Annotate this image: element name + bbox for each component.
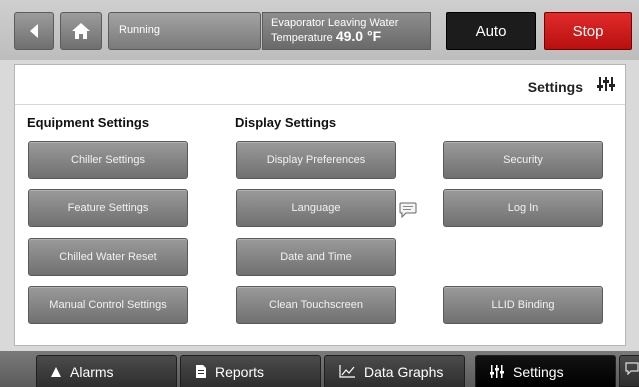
date-and-time-button[interactable]: Date and Time bbox=[236, 238, 396, 276]
chilled-water-reset-button[interactable]: Chilled Water Reset bbox=[28, 238, 188, 276]
tab-alarms[interactable]: Alarms bbox=[36, 355, 177, 387]
stop-button[interactable]: Stop bbox=[544, 12, 632, 50]
status-text: Running bbox=[119, 24, 160, 36]
tab-settings-label: Settings bbox=[513, 363, 564, 380]
display-preferences-button[interactable]: Display Preferences bbox=[236, 141, 396, 179]
settings-sliders-icon bbox=[597, 76, 615, 97]
tab-reports[interactable]: Reports bbox=[180, 355, 321, 387]
home-button[interactable] bbox=[60, 12, 102, 50]
llid-binding-button[interactable]: LLID Binding bbox=[443, 286, 603, 324]
auto-button[interactable]: Auto bbox=[446, 12, 536, 50]
speech-bubble-icon[interactable] bbox=[399, 202, 417, 223]
settings-sliders-icon bbox=[490, 365, 504, 378]
language-button[interactable]: Language bbox=[236, 189, 396, 227]
equipment-settings-heading: Equipment Settings bbox=[27, 115, 150, 130]
tab-data-graphs[interactable]: Data Graphs bbox=[324, 355, 465, 387]
report-icon bbox=[195, 365, 206, 378]
panel-title-bar: Settings bbox=[15, 65, 625, 105]
tab-reports-label: Reports bbox=[215, 363, 265, 380]
tab-data-graphs-label: Data Graphs bbox=[364, 363, 444, 380]
log-in-button[interactable]: Log In bbox=[443, 189, 603, 227]
chat-bubble-icon bbox=[625, 362, 639, 380]
top-header: Running Evaporator Leaving Water Tempera… bbox=[0, 0, 639, 60]
operating-status: Running bbox=[108, 12, 261, 50]
bell-icon bbox=[51, 366, 61, 377]
feature-settings-button[interactable]: Feature Settings bbox=[28, 189, 188, 227]
chiller-settings-button[interactable]: Chiller Settings bbox=[28, 141, 188, 179]
manual-control-settings-button[interactable]: Manual Control Settings bbox=[28, 286, 188, 324]
bottom-tab-bar: Alarms Reports Data Graphs Settings bbox=[0, 351, 639, 387]
display-settings-heading: Display Settings bbox=[235, 115, 337, 130]
tab-alarms-label: Alarms bbox=[70, 363, 114, 380]
evap-label-2: Temperature bbox=[271, 32, 333, 44]
back-arrow-icon bbox=[28, 23, 40, 39]
clean-touchscreen-button[interactable]: Clean Touchscreen bbox=[236, 286, 396, 324]
back-button[interactable] bbox=[14, 12, 54, 50]
evap-value: 49.0 °F bbox=[335, 28, 382, 44]
settings-panel: Settings Equipment Settings Display Sett… bbox=[14, 64, 626, 346]
messages-tab[interactable] bbox=[619, 355, 639, 387]
page-title: Settings bbox=[527, 79, 583, 95]
home-icon bbox=[71, 22, 91, 40]
evaporator-temperature-readout: Evaporator Leaving Water Temperature 49.… bbox=[262, 12, 431, 50]
tab-settings[interactable]: Settings bbox=[475, 355, 616, 387]
graph-icon bbox=[339, 365, 355, 378]
security-button[interactable]: Security bbox=[443, 141, 603, 179]
